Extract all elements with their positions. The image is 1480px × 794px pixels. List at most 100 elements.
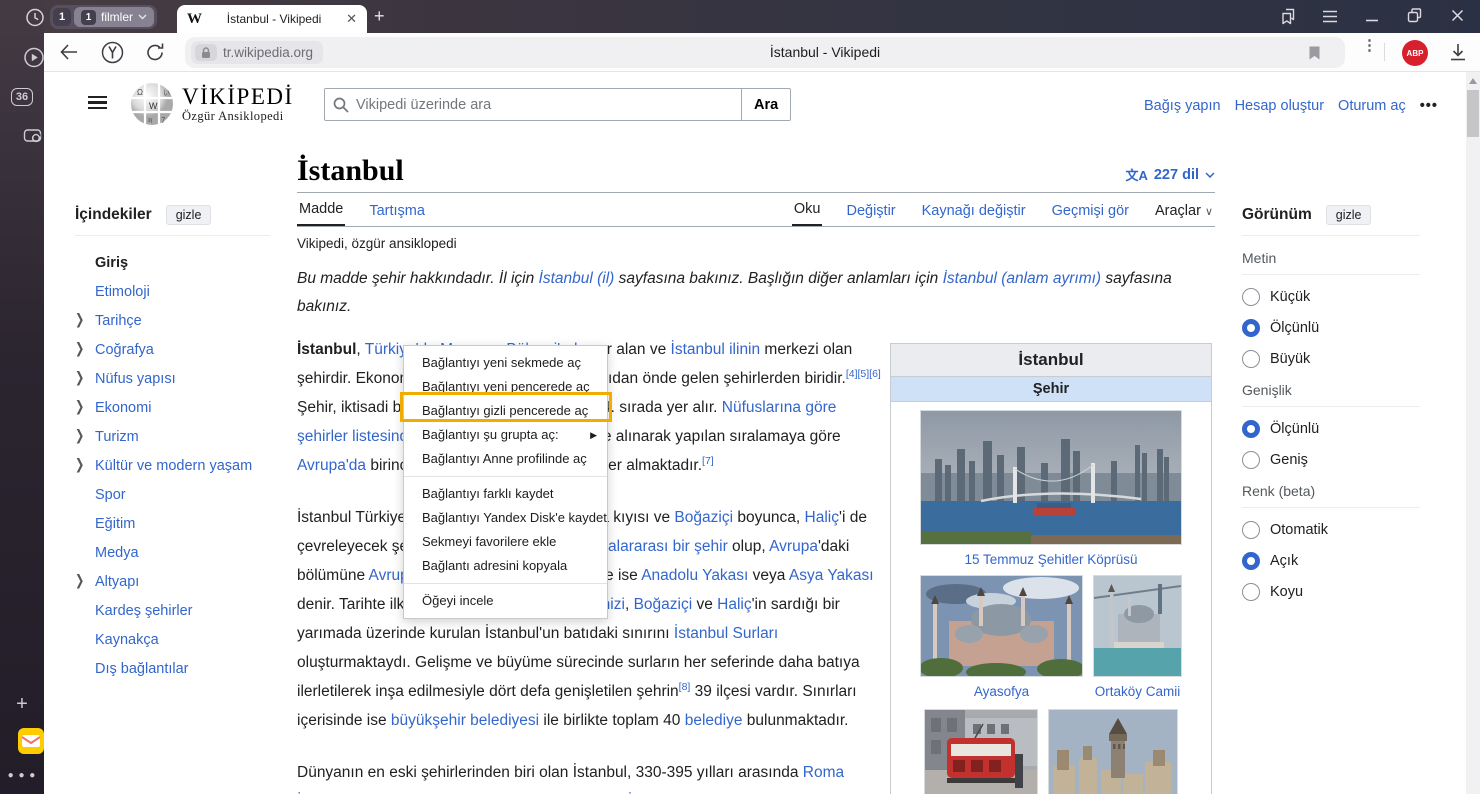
- main-menu-icon[interactable]: [88, 96, 107, 109]
- tab-oku[interactable]: Oku: [792, 194, 823, 226]
- radio-buyuk[interactable]: Büyük: [1242, 350, 1420, 368]
- expand-icon[interactable]: ❯: [75, 398, 84, 415]
- radio-koyu[interactable]: Koyu: [1242, 583, 1420, 601]
- radio-kucuk[interactable]: Küçük: [1242, 288, 1420, 306]
- radio-olcunlu-genislik[interactable]: Ölçünlü: [1242, 420, 1420, 438]
- lock-icon[interactable]: [195, 44, 217, 61]
- side-panels-icon[interactable]: [1278, 8, 1296, 25]
- appearance-hide-button[interactable]: gizle: [1326, 205, 1372, 225]
- new-tab-button[interactable]: +: [374, 6, 385, 27]
- sidebar-more-icon[interactable]: ● ● ●: [0, 770, 44, 781]
- radio-selected-icon[interactable]: [1242, 552, 1260, 570]
- toc-item-etimoloji[interactable]: Etimoloji: [75, 277, 270, 306]
- tab-kaynagi-degistir[interactable]: Kaynağı değiştir: [920, 196, 1028, 226]
- page-scrollbar[interactable]: [1466, 72, 1480, 794]
- toc-item-kardes[interactable]: Kardeş şehirler: [75, 596, 270, 625]
- maximize-icon[interactable]: [1407, 8, 1422, 23]
- infobox-image-ortakoy[interactable]: [1093, 575, 1182, 677]
- close-window-icon[interactable]: [1451, 9, 1464, 22]
- infobox-image-galata[interactable]: [1048, 709, 1178, 794]
- minimize-icon[interactable]: [1365, 10, 1379, 22]
- radio-icon[interactable]: [1242, 583, 1260, 601]
- tab-istanbul-vikipedi[interactable]: W İstanbul - Vikipedi ✕: [177, 5, 367, 33]
- toc-item-altyapi[interactable]: ❯Altyapı: [75, 567, 270, 596]
- menu-open-new-tab[interactable]: Bağlantıyı yeni sekmede aç: [404, 351, 607, 375]
- menu-copy-link-address[interactable]: Bağlantı adresini kopyala: [404, 554, 607, 578]
- toc-item-cografya[interactable]: ❯Coğrafya: [75, 335, 270, 364]
- toc-item-nufus[interactable]: ❯Nüfus yapısı: [75, 364, 270, 393]
- infobox-caption-ayasofya[interactable]: Ayasofya: [920, 684, 1083, 699]
- tools-menu[interactable]: Araçlar ∨: [1153, 196, 1215, 226]
- browser-menu-icon[interactable]: [1322, 10, 1338, 23]
- radio-icon[interactable]: [1242, 521, 1260, 539]
- toc-item-giris[interactable]: Giriş: [75, 248, 270, 277]
- expand-icon[interactable]: ❯: [75, 340, 84, 357]
- expand-icon[interactable]: ❯: [75, 311, 84, 328]
- toc-item-turizm[interactable]: ❯Turizm: [75, 422, 270, 451]
- tab-counter-badge[interactable]: 36: [0, 87, 44, 106]
- scrollbar-thumb[interactable]: [1467, 90, 1479, 137]
- bookmark-icon[interactable]: [1308, 45, 1321, 61]
- infobox-image-ayasofya[interactable]: [920, 575, 1083, 677]
- menu-open-in-group[interactable]: Bağlantıyı şu grupta aç:▶: [404, 423, 607, 447]
- login-link[interactable]: Oturum aç: [1338, 98, 1406, 114]
- infobox-caption-ortakoy[interactable]: Ortaköy Camii: [1093, 684, 1182, 699]
- tab-filmler[interactable]: 1 filmler: [74, 7, 154, 27]
- search-input[interactable]: [356, 97, 733, 113]
- radio-icon[interactable]: [1242, 288, 1260, 306]
- extensions-menu-icon[interactable]: ⋮: [1362, 42, 1377, 49]
- toc-item-egitim[interactable]: Eğitim: [75, 509, 270, 538]
- toc-item-medya[interactable]: Medya: [75, 538, 270, 567]
- screenshot-icon[interactable]: [12, 127, 56, 144]
- close-tab-icon[interactable]: ✕: [346, 11, 357, 27]
- search-submit-button[interactable]: Ara: [742, 88, 791, 121]
- donate-link[interactable]: Bağış yapın: [1144, 98, 1221, 114]
- radio-selected-icon[interactable]: [1242, 420, 1260, 438]
- toc-item-ekonomi[interactable]: ❯Ekonomi: [75, 393, 270, 422]
- toc-item-kaynakca[interactable]: Kaynakça: [75, 625, 270, 654]
- radio-icon[interactable]: [1242, 451, 1260, 469]
- expand-icon[interactable]: ❯: [75, 369, 84, 386]
- search-box[interactable]: [324, 88, 742, 121]
- radio-olcunlu-metin[interactable]: Ölçünlü: [1242, 319, 1420, 337]
- menu-save-to-yandex-disk[interactable]: Bağlantıyı Yandex Disk'e kaydet: [404, 506, 607, 530]
- reload-icon[interactable]: [145, 42, 165, 63]
- radio-genis[interactable]: Geniş: [1242, 451, 1420, 469]
- menu-add-tab-to-favorites[interactable]: Sekmeyi favorilere ekle: [404, 530, 607, 554]
- language-selector[interactable]: 文A 227 dil: [1125, 165, 1215, 188]
- tab-group[interactable]: 1 1 filmler: [50, 5, 157, 29]
- radio-otomatik[interactable]: Otomatik: [1242, 521, 1420, 539]
- toc-item-dis-baglantilar[interactable]: Dış bağlantılar: [75, 654, 270, 683]
- radio-icon[interactable]: [1242, 350, 1260, 368]
- infobox-image-tram[interactable]: [924, 709, 1038, 794]
- yandex-mail-icon[interactable]: [9, 728, 53, 754]
- menu-open-in-profile[interactable]: Bağlantıyı Anne profilinde aç: [404, 447, 607, 471]
- scrollbar-up-arrow[interactable]: [1469, 78, 1477, 84]
- toc-hide-button[interactable]: gizle: [166, 205, 212, 225]
- tab-degistir[interactable]: Değiştir: [844, 196, 897, 226]
- radio-selected-icon[interactable]: [1242, 319, 1260, 337]
- menu-save-link-as[interactable]: Bağlantıyı farklı kaydet: [404, 482, 607, 506]
- radio-acik[interactable]: Açık: [1242, 552, 1420, 570]
- expand-icon[interactable]: ❯: [75, 456, 84, 473]
- tab-madde[interactable]: Madde: [297, 194, 345, 226]
- tab-tartisma[interactable]: Tartışma: [367, 196, 427, 226]
- wikipedia-logo[interactable]: ΩW7मい VİKİPEDİ Özgür Ansiklopedi: [130, 82, 294, 126]
- expand-icon[interactable]: ❯: [75, 572, 84, 589]
- user-menu-dots-icon[interactable]: •••: [1420, 98, 1438, 114]
- yandex-services-icon[interactable]: [101, 41, 124, 64]
- downloads-icon[interactable]: [1449, 43, 1467, 61]
- video-play-icon[interactable]: [12, 47, 56, 68]
- history-clock-icon[interactable]: [13, 8, 57, 27]
- menu-inspect-element[interactable]: Öğeyi incele: [404, 589, 607, 613]
- back-icon[interactable]: [60, 44, 78, 60]
- toc-item-spor[interactable]: Spor: [75, 480, 270, 509]
- toc-item-tarihce[interactable]: ❯Tarihçe: [75, 306, 270, 335]
- omnibox[interactable]: tr.wikipedia.org İstanbul - Vikipedi: [185, 37, 1345, 68]
- url-pill[interactable]: tr.wikipedia.org: [191, 41, 323, 64]
- tab-gecmisi-gor[interactable]: Geçmişi gör: [1050, 196, 1131, 226]
- create-account-link[interactable]: Hesap oluştur: [1235, 98, 1324, 114]
- adblock-plus-icon[interactable]: ABP: [1402, 40, 1428, 66]
- sidebar-add-icon[interactable]: +: [0, 693, 44, 716]
- infobox-image-bridge[interactable]: [920, 410, 1182, 545]
